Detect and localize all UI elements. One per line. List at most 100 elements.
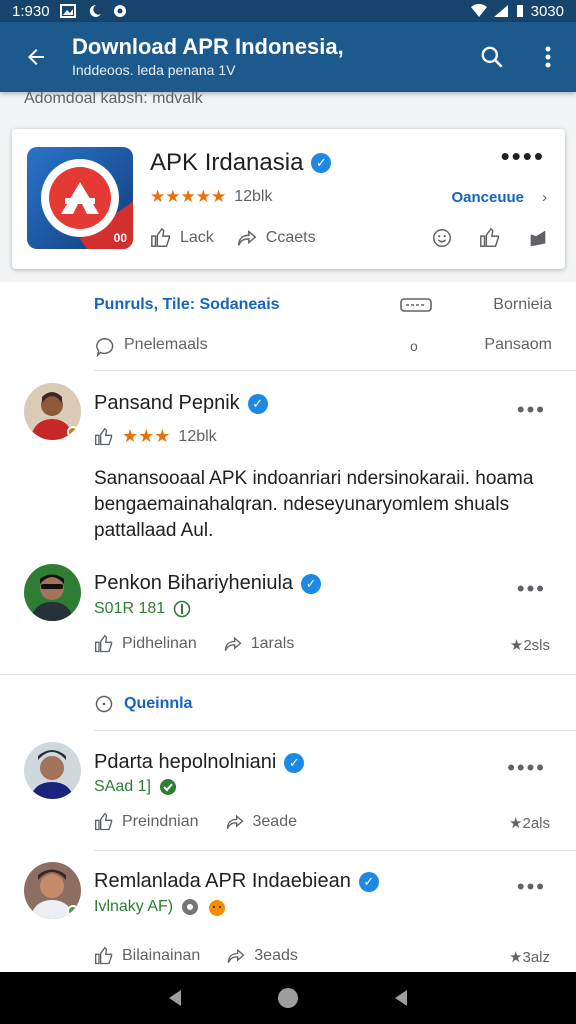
- divider: [94, 850, 576, 851]
- like-button[interactable]: Preindnian: [94, 812, 199, 832]
- smile-icon[interactable]: [431, 227, 453, 249]
- post-meta: S01R 181: [94, 600, 191, 618]
- divider: [94, 730, 576, 731]
- share-button[interactable]: 3eade: [225, 812, 298, 832]
- system-nav-bar: [0, 972, 576, 1024]
- thumbs-up-icon: [95, 634, 113, 653]
- check-badge-icon: [159, 779, 176, 795]
- post-author[interactable]: Pansand Pepnik ✓: [94, 392, 268, 415]
- app-link[interactable]: Oanceuue ›: [451, 189, 547, 206]
- post-author[interactable]: Remlanlada APR Indaebiean ✓: [94, 870, 379, 893]
- avatar[interactable]: [24, 564, 81, 621]
- post-stat: ★2als: [509, 815, 550, 832]
- post-body: Sanansooaal APK indoanriari ndersinokara…: [94, 468, 534, 541]
- share-icon: [237, 229, 257, 246]
- share-label: 3eade: [252, 813, 298, 830]
- avatar[interactable]: [24, 742, 81, 799]
- like-label: Lack: [180, 229, 214, 246]
- post-author-name: Pdarta hepolnolniani: [94, 751, 277, 773]
- post-author-name: Penkon Bihariyheniula: [94, 572, 294, 594]
- back-button[interactable]: [0, 22, 72, 92]
- share-icon: [226, 814, 244, 829]
- home-nav-icon[interactable]: [276, 986, 300, 1010]
- post-more-button[interactable]: ••••: [507, 757, 546, 779]
- thumbs-up-icon: [95, 812, 113, 831]
- rating-stars: ★★★★★: [150, 187, 227, 206]
- post-author-name: Remlanlada APR Indaebiean: [94, 870, 351, 892]
- search-icon: [481, 46, 503, 68]
- info-row2-mid: o: [410, 338, 418, 354]
- like-label: Preindnian: [122, 813, 199, 830]
- avatar[interactable]: [24, 383, 81, 440]
- photo-icon: [59, 4, 76, 18]
- post-rating-count: 12blk: [178, 427, 217, 445]
- info-row2-right: Pansaom: [484, 336, 552, 353]
- post-author[interactable]: Pdarta hepolnolniani ✓: [94, 751, 305, 774]
- chat-bubble-icon: [96, 338, 114, 358]
- post-more-button[interactable]: •••: [517, 399, 546, 421]
- share-button[interactable]: 1arals: [223, 634, 294, 654]
- card-more-button[interactable]: ••••: [501, 143, 545, 169]
- post-author[interactable]: Penkon Bihariyheniula ✓: [94, 572, 322, 595]
- moon-icon: [89, 4, 101, 17]
- share-button[interactable]: 3eads: [226, 946, 298, 966]
- like-label: Pidhelinan: [122, 635, 197, 652]
- message-icon[interactable]: [400, 296, 432, 316]
- wifi-icon: [470, 4, 487, 17]
- divider: [94, 370, 576, 371]
- share-icon: [224, 636, 242, 651]
- post-rating: ★★★ 12blk: [94, 426, 217, 447]
- online-dot: [67, 905, 79, 917]
- like-button[interactable]: Lack: [150, 227, 214, 249]
- more-options-button[interactable]: [520, 22, 576, 92]
- app-bar: Download APR Indonesia, Inddeoos. leda p…: [0, 22, 576, 92]
- like-label: Bilainainan: [122, 947, 201, 964]
- gear-icon: [182, 899, 199, 915]
- badge-icon: [173, 600, 191, 618]
- logo-inner-circle: [49, 167, 111, 229]
- post-author-name: Pansand Pepnik: [94, 392, 240, 414]
- share-label: 3eads: [254, 947, 298, 964]
- verified-icon: ✓: [301, 573, 322, 594]
- post-meta-text: Ivlnaky AF): [94, 898, 174, 915]
- location-icon: [113, 5, 126, 17]
- status-bar: 1:930 3030: [0, 0, 576, 22]
- status-right-text: 3030: [530, 2, 564, 20]
- verified-icon: ✓: [247, 393, 268, 414]
- verified-icon: ✓: [358, 871, 379, 892]
- share-label: Ccaets: [265, 229, 316, 246]
- more-vert-icon: [545, 46, 551, 68]
- section-link-label: Queinnla: [124, 695, 193, 712]
- recents-nav-icon[interactable]: [391, 988, 411, 1008]
- back-nav-icon[interactable]: [165, 988, 185, 1008]
- logo-ring: [41, 159, 119, 237]
- post-actions: Bilainainan 3eads: [94, 946, 298, 966]
- battery-icon: [516, 5, 523, 17]
- signal-icon: [493, 5, 508, 17]
- info-title-link[interactable]: Punruls, Tile: Sodaneais: [94, 296, 280, 314]
- app-bar-titles: Download APR Indonesia, Inddeoos. leda p…: [72, 34, 464, 80]
- logo-corner-text: 00: [113, 231, 127, 245]
- app-card[interactable]: 00 APK Irdanasia ✓ ★★★★★ 12blk •••• Oanc…: [12, 129, 565, 269]
- post-stat: ★3alz: [509, 949, 550, 966]
- content-sheet: Punruls, Tile: Sodaneais Bornieia Pnelem…: [0, 282, 576, 972]
- avatar[interactable]: [24, 862, 81, 919]
- post-more-button[interactable]: •••: [517, 876, 546, 898]
- like-button[interactable]: Pidhelinan: [94, 634, 197, 654]
- breadcrumb: Adomdoal kabsh: mdvalk: [24, 90, 203, 107]
- app-name: APK Irdanasia ✓: [150, 149, 332, 177]
- back-arrow-icon: [28, 49, 44, 65]
- thumbs-up-outline-icon[interactable]: [479, 227, 501, 249]
- post-more-button[interactable]: •••: [517, 578, 546, 600]
- share-button[interactable]: Ccaets: [236, 227, 316, 249]
- section-link[interactable]: Queinnla: [94, 694, 192, 714]
- flag-icon[interactable]: [527, 227, 549, 249]
- logo-a-glyph: [61, 182, 99, 214]
- like-button[interactable]: Bilainainan: [94, 946, 200, 966]
- post-actions: Preindnian 3eade: [94, 812, 297, 832]
- thumbs-up-icon: [151, 227, 170, 247]
- app-logo-icon: 00: [27, 147, 133, 249]
- page-title: Download APR Indonesia,: [72, 34, 344, 59]
- search-button[interactable]: [464, 22, 520, 92]
- info-row2-left: Pnelemaals: [124, 336, 208, 353]
